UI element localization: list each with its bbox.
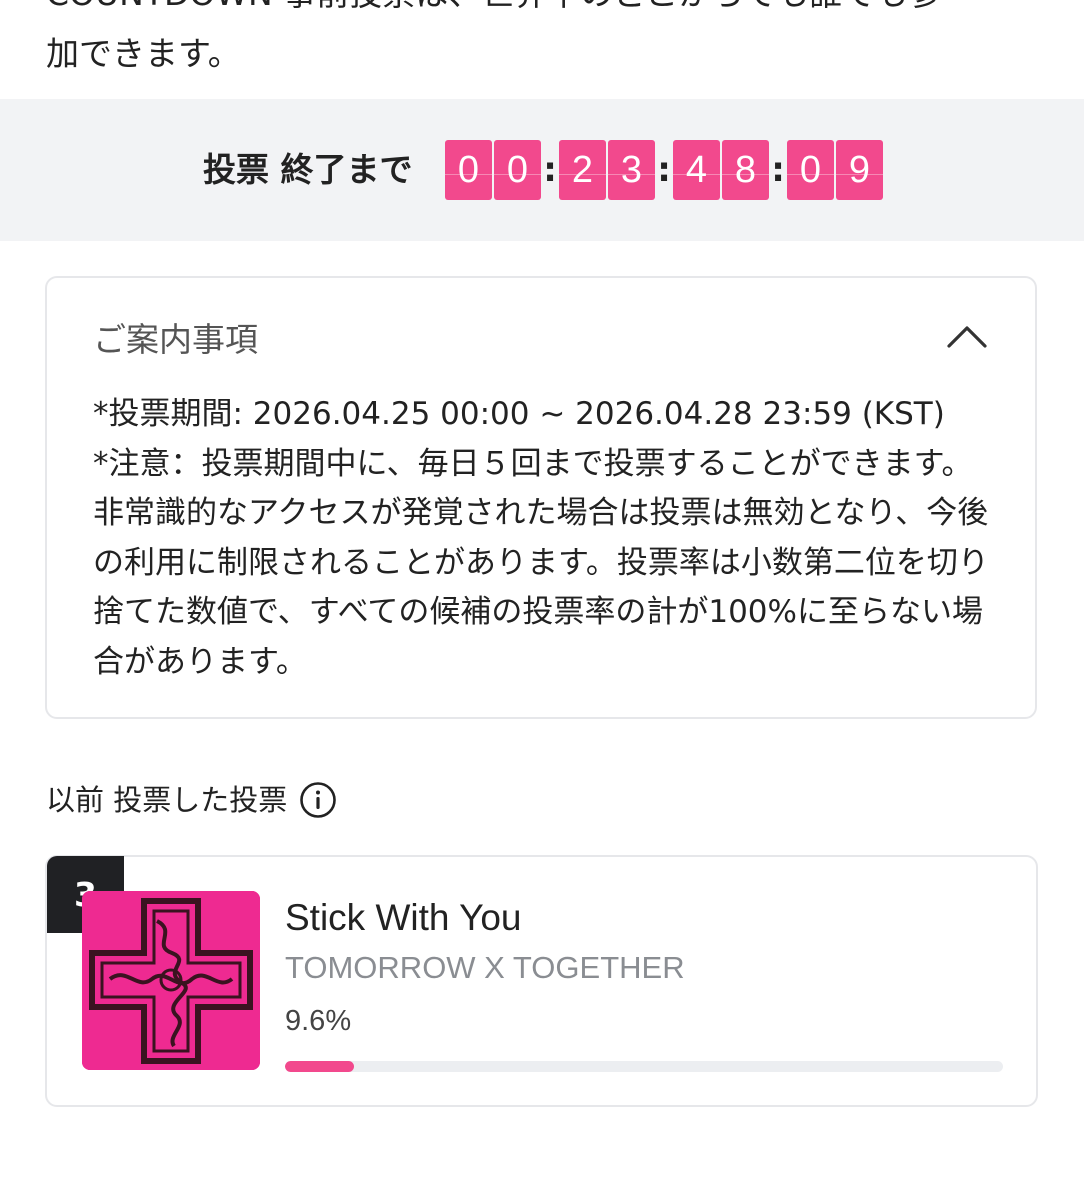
info-circle-icon[interactable]: [299, 781, 337, 819]
artist-name: TOMORROW X TOGETHER: [285, 950, 685, 985]
countdown-digit: 0: [445, 140, 492, 200]
countdown-digit: 3: [608, 140, 655, 200]
vote-progress-bar: [285, 1061, 1003, 1072]
countdown-digit: 8: [722, 140, 769, 200]
countdown-digit: 4: [673, 140, 720, 200]
intro-line-1: COUNTDOWN 事前投票は、世界中のどこからでも誰でも参: [46, 0, 941, 18]
album-cover: [82, 891, 260, 1070]
album-cross-icon: [82, 891, 260, 1070]
countdown-timer: 0 0 : 2 3 : 4 8 : 0 9: [445, 140, 885, 200]
notice-body: *投票期間: 2026.04.25 00:00 ~ 2026.04.28 23:…: [93, 390, 1003, 687]
countdown-digit: 0: [494, 140, 541, 200]
notice-panel: ご案内事項 *投票期間: 2026.04.25 00:00 ~ 2026.04.…: [45, 276, 1037, 719]
previous-votes-heading: 以前 投票した投票: [46, 778, 337, 822]
chevron-up-icon[interactable]: [947, 322, 987, 350]
intro-text: COUNTDOWN 事前投票は、世界中のどこからでも誰でも参 加できます。: [46, 0, 1046, 98]
countdown-separator: :: [657, 150, 671, 190]
countdown-digit: 9: [836, 140, 883, 200]
notice-caution: *注意：投票期間中に、毎日５回まで投票することができます。非常識的なアクセスが発…: [93, 445, 989, 680]
countdown-digit: 0: [787, 140, 834, 200]
countdown-digit: 2: [559, 140, 606, 200]
song-title: Stick With You: [285, 897, 522, 938]
countdown-separator: :: [543, 150, 557, 190]
vote-percent: 9.6%: [285, 1005, 352, 1037]
notice-period: *投票期間: 2026.04.25 00:00 ~ 2026.04.28 23:…: [93, 396, 945, 432]
previous-votes-label: 以前 投票した投票: [46, 783, 288, 817]
countdown-label: 投票 終了まで: [203, 150, 413, 189]
intro-line-2: 加できます。: [46, 34, 241, 73]
countdown-separator: :: [771, 150, 785, 190]
vote-progress-fill: [285, 1061, 354, 1072]
notice-title: ご案内事項: [93, 320, 258, 359]
